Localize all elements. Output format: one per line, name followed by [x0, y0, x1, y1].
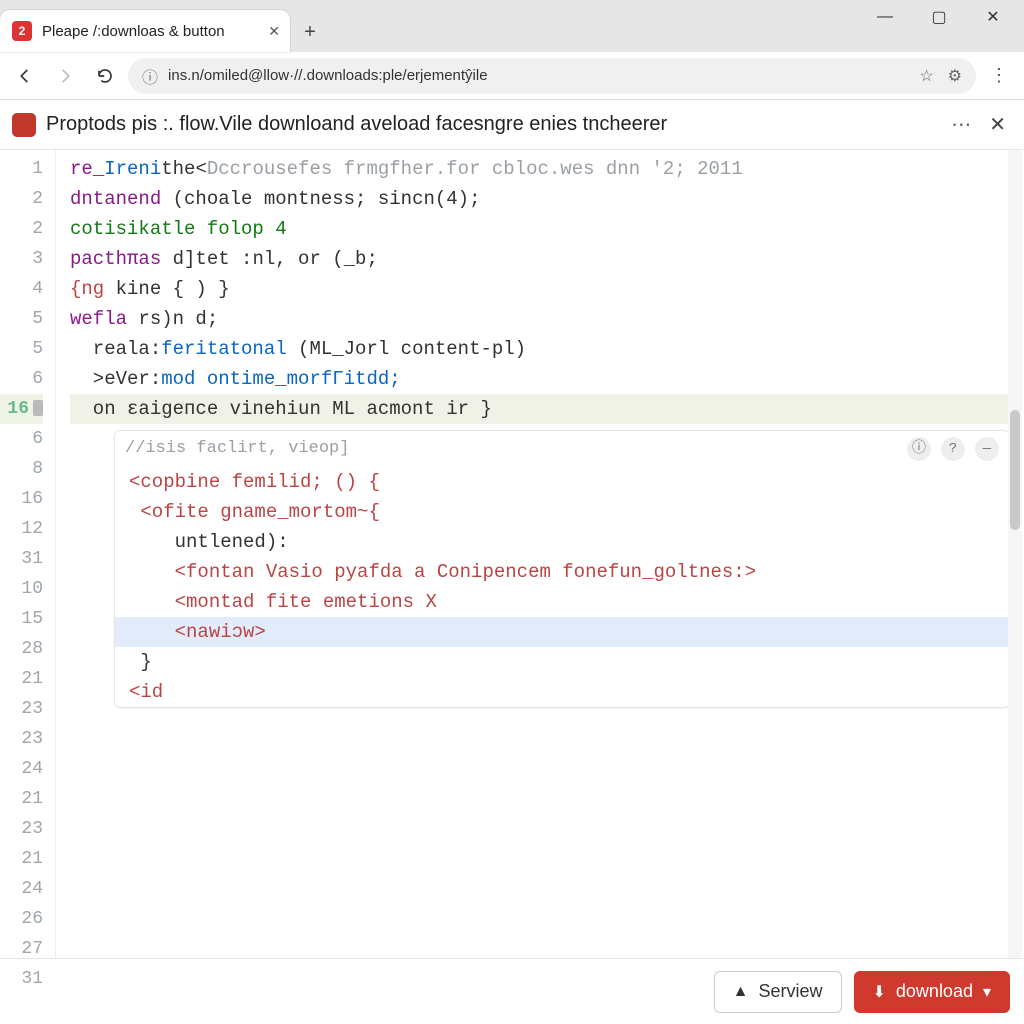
code-line: <copbine femilid; () {	[115, 467, 1009, 497]
code-line-highlighted: on ɛaigeпce vinehiun ML acmont ir }	[70, 394, 1016, 424]
line-number: 31	[0, 544, 43, 574]
code-line: >eVer:mod ontime_morfΓitdd;	[70, 364, 1016, 394]
tab-close-icon[interactable]: ✕	[268, 23, 280, 40]
line-number: 2	[0, 184, 43, 214]
code-line: {ng kine { ) }	[70, 274, 1016, 304]
code-line: dntanend (choale montness; sincn(4);	[70, 184, 1016, 214]
code-line: re_Irenithe<Dccrousefes frmgfher.for cbl…	[70, 154, 1016, 184]
nav-forward-button	[48, 59, 82, 93]
panel-help-icon[interactable]: ?	[941, 437, 965, 461]
new-tab-button[interactable]: +	[290, 12, 330, 52]
line-number: 5	[0, 304, 43, 334]
line-number: 8	[0, 454, 43, 484]
tab-badge: 2	[12, 21, 32, 41]
window-close-button[interactable]: ✕	[980, 4, 1006, 30]
panel-info-icon[interactable]: ⓘ	[907, 437, 931, 461]
line-number: 24	[0, 754, 43, 784]
line-number: 27	[0, 934, 43, 964]
chevron-down-icon: ▾	[983, 982, 991, 1002]
code-line: cotisikatle folop 4	[70, 214, 1016, 244]
panel-header: //isis faclirt, vieop] ⓘ ? —	[115, 431, 1009, 467]
line-number-gutter: 1 2 2 3 4 5 5 6 16 6 8 16 12 31 10 15 28…	[0, 150, 56, 958]
code-editor: 1 2 2 3 4 5 5 6 16 6 8 16 12 31 10 15 28…	[0, 150, 1024, 958]
download-icon: ⬇	[873, 982, 886, 1002]
download-button-label: download	[896, 981, 973, 1002]
preview-button-label: Serview	[758, 981, 822, 1002]
line-number: 21	[0, 844, 43, 874]
vertical-scrollbar[interactable]	[1008, 150, 1022, 958]
line-number: 10	[0, 574, 43, 604]
code-line: <id	[115, 677, 1009, 707]
line-number: 23	[0, 724, 43, 754]
line-number: 1	[0, 154, 43, 184]
panel-body: <copbine femilid; () { <ofite gname_mort…	[115, 467, 1009, 707]
code-line: <fontan Vasio pyafda a Conipencem fonefu…	[115, 557, 1009, 587]
line-number: 23	[0, 814, 43, 844]
line-number: 2	[0, 214, 43, 244]
scrollbar-thumb[interactable]	[1010, 410, 1020, 530]
window-controls: — ▢ ✕	[872, 0, 1024, 30]
reload-icon	[96, 67, 114, 85]
bookmark-star-icon[interactable]: ☆	[919, 66, 933, 86]
browser-menu-button[interactable]: ⋮	[982, 65, 1016, 86]
line-number: 24	[0, 874, 43, 904]
arrow-right-icon	[56, 67, 74, 85]
tab-title: Pleape /:downloas & button	[42, 23, 258, 40]
code-line: reala:feritatonal (ML_Jorl content-pl)	[70, 334, 1016, 364]
line-number: 6	[0, 424, 43, 454]
breakpoint-handle-icon[interactable]	[33, 400, 43, 416]
browser-tab[interactable]: 2 Pleape /:downloas & button ✕	[0, 10, 290, 52]
nav-reload-button[interactable]	[88, 59, 122, 93]
info-bar-more-button[interactable]: ⋯	[951, 112, 973, 137]
address-bar[interactable]: ⓘ ins.n/omiled@llow·//.downloads:ple/erj…	[128, 58, 976, 94]
site-favicon	[12, 113, 36, 137]
line-number: 3	[0, 244, 43, 274]
panel-collapse-icon[interactable]: —	[975, 437, 999, 461]
arrow-left-icon	[16, 67, 34, 85]
code-line-selected: <nawiɔw>	[115, 617, 1009, 647]
inline-suggestion-panel: //isis faclirt, vieop] ⓘ ? — <copbine fe…	[114, 430, 1010, 708]
nav-back-button[interactable]	[8, 59, 42, 93]
line-number: 23	[0, 694, 43, 724]
line-number: 31	[0, 964, 43, 994]
code-line: pacthπas d]tet :nl, or (_b;	[70, 244, 1016, 274]
action-footer: ▲ Serview ⬇ download ▾	[0, 958, 1024, 1024]
code-line: untlened):	[115, 527, 1009, 557]
browser-navbar: ⓘ ins.n/omiled@llow·//.downloads:ple/erj…	[0, 52, 1024, 100]
line-number: 21	[0, 664, 43, 694]
browser-titlebar: 2 Pleape /:downloas & button ✕ + — ▢ ✕	[0, 0, 1024, 52]
line-number: 21	[0, 784, 43, 814]
window-maximize-button[interactable]: ▢	[926, 4, 952, 30]
line-number: 4	[0, 274, 43, 304]
info-bar-close-button[interactable]: ✕	[983, 112, 1012, 137]
code-line: <ofite gname_mortom~{	[115, 497, 1009, 527]
line-number: 26	[0, 904, 43, 934]
address-url: ins.n/omiled@llow·//.downloads:ple/erjem…	[168, 67, 909, 84]
line-number: 28	[0, 634, 43, 664]
preview-button[interactable]: ▲ Serview	[714, 971, 842, 1013]
line-number: 16	[0, 484, 43, 514]
code-area[interactable]: re_Irenithe<Dccrousefes frmgfher.for cbl…	[56, 150, 1024, 958]
download-info-bar: Proptods pis :. flow.Vile downloand avel…	[0, 100, 1024, 150]
panel-title: //isis faclirt, vieop]	[125, 434, 897, 464]
flag-icon: ▲	[733, 983, 749, 1001]
window-minimize-button[interactable]: —	[872, 4, 898, 30]
line-number: 12	[0, 514, 43, 544]
line-number: 5	[0, 334, 43, 364]
line-number: 15	[0, 604, 43, 634]
line-number-current: 16	[0, 394, 43, 424]
download-button[interactable]: ⬇ download ▾	[854, 971, 1011, 1013]
info-bar-message: Proptods pis :. flow.Vile downloand avel…	[46, 113, 941, 136]
site-info-icon[interactable]: ⓘ	[142, 64, 158, 88]
code-line: wefla rs)n d;	[70, 304, 1016, 334]
code-line: <montad fite emetions X	[115, 587, 1009, 617]
site-settings-icon[interactable]: ⚙	[948, 66, 962, 86]
code-line: }	[115, 647, 1009, 677]
line-number: 6	[0, 364, 43, 394]
